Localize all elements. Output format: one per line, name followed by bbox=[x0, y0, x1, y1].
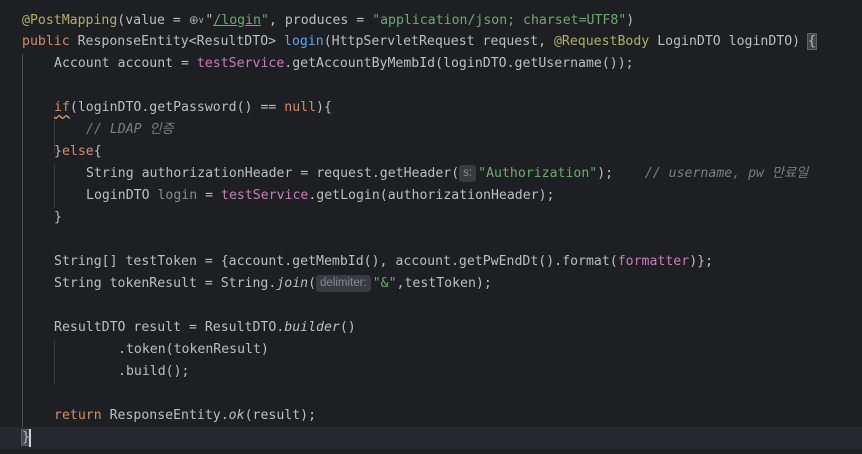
code-token: .getAccountByMembId(loginDTO.getUsername… bbox=[284, 56, 634, 71]
parameter-hint: s: bbox=[459, 165, 477, 182]
code-token: return bbox=[54, 408, 110, 423]
code-token: { bbox=[807, 33, 817, 50]
code-token: @RequestBody bbox=[553, 34, 650, 49]
code-token: @PostMapping bbox=[22, 13, 118, 28]
code-token: (HttpServletRequest request, bbox=[323, 34, 554, 49]
code-token: // LDAP 인증 bbox=[86, 122, 174, 137]
code-token: .getLogin(authorizationHeader); bbox=[308, 188, 555, 203]
code-token: formatter bbox=[617, 254, 690, 269]
code-token: , produces = bbox=[268, 13, 373, 28]
code-token: { bbox=[93, 144, 102, 159]
code-token: join bbox=[276, 276, 309, 291]
code-line[interactable]: String[] testToken = {account.getMembId(… bbox=[22, 251, 713, 273]
code-line[interactable]: .token(tokenResult) bbox=[22, 339, 269, 361]
code-token: } bbox=[54, 144, 62, 159]
code-line[interactable]: return ResponseEntity.ok(result); bbox=[22, 405, 316, 427]
current-line-highlight bbox=[0, 427, 862, 449]
code-token: } bbox=[54, 210, 62, 225]
code-token: /login bbox=[213, 13, 261, 28]
usage-hint[interactable]: new bbox=[22, 0, 44, 3]
code-token: String tokenResult = String. bbox=[54, 276, 277, 291]
code-token: else bbox=[61, 144, 94, 159]
code-editor[interactable]: new @PostMapping(value = ⊕∨"/login", pro… bbox=[0, 0, 862, 454]
code-token: if bbox=[54, 100, 70, 115]
code-line[interactable]: ResultDTO result = ResultDTO.builder() bbox=[22, 317, 356, 339]
code-token: LoginDTO bbox=[86, 188, 158, 203]
code-token: .token(tokenResult) bbox=[118, 342, 269, 357]
chevron-down-icon[interactable]: ∨ bbox=[198, 10, 205, 32]
code-token: testService bbox=[196, 56, 285, 71]
code-token: "&" bbox=[372, 276, 397, 291]
code-token: "Authorization" bbox=[478, 166, 598, 181]
code-line[interactable]: String tokenResult = String.join(delimit… bbox=[22, 273, 492, 295]
code-line[interactable]: }else{ bbox=[22, 141, 102, 163]
code-token: login bbox=[157, 188, 198, 203]
code-line[interactable]: Account account = testService.getAccount… bbox=[22, 53, 634, 75]
code-token: public bbox=[22, 34, 78, 49]
code-token: ( bbox=[308, 276, 317, 291]
code-token: ) bbox=[626, 13, 635, 28]
text-caret bbox=[29, 429, 31, 447]
code-token: ok bbox=[228, 408, 245, 423]
code-token: = bbox=[197, 188, 221, 203]
code-token: ); bbox=[597, 166, 645, 181]
code-token: (loginDTO.getPassword() == bbox=[69, 100, 285, 115]
code-token: (value = bbox=[117, 13, 189, 28]
code-token: " bbox=[261, 13, 269, 28]
code-token: ResponseEntity<ResultDTO> bbox=[77, 34, 285, 49]
code-token: LoginDTO loginDTO) bbox=[649, 34, 809, 49]
code-line[interactable]: // LDAP 인증 bbox=[22, 119, 174, 141]
code-token: ,testToken); bbox=[396, 276, 492, 291]
code-token: null bbox=[284, 100, 317, 115]
code-token: () bbox=[339, 320, 356, 335]
parameter-hint: delimiter: bbox=[316, 275, 371, 292]
code-line[interactable]: if(loginDTO.getPassword() == null){ bbox=[22, 97, 332, 119]
code-line[interactable]: @PostMapping(value = ⊕∨"/login", produce… bbox=[22, 9, 634, 31]
code-line[interactable]: LoginDTO login = testService.getLogin(au… bbox=[22, 185, 554, 207]
code-line[interactable]: public ResponseEntity<ResultDTO> login(H… bbox=[22, 31, 817, 53]
code-token: (result); bbox=[244, 408, 317, 423]
code-token: ResultDTO result = ResultDTO. bbox=[54, 320, 285, 335]
code-token: .build(); bbox=[118, 364, 190, 379]
code-line[interactable]: .build(); bbox=[22, 361, 189, 383]
code-token: builder bbox=[284, 320, 340, 335]
code-token: // username, pw 만료일 bbox=[644, 166, 809, 181]
code-token: ResponseEntity. bbox=[109, 408, 229, 423]
code-token: )}; bbox=[689, 254, 714, 269]
code-line[interactable]: String authorizationHeader = request.get… bbox=[22, 163, 808, 185]
code-token: Account account = bbox=[54, 56, 197, 71]
code-token: String[] testToken = {account.getMembId(… bbox=[54, 254, 618, 269]
code-token: login bbox=[284, 34, 324, 49]
code-token: "application/json; charset=UTF8" bbox=[372, 13, 627, 28]
code-token: ){ bbox=[316, 100, 332, 115]
code-line[interactable]: } bbox=[22, 207, 62, 229]
code-token: String authorizationHeader = request.get… bbox=[86, 166, 460, 181]
code-token: testService bbox=[221, 188, 309, 203]
